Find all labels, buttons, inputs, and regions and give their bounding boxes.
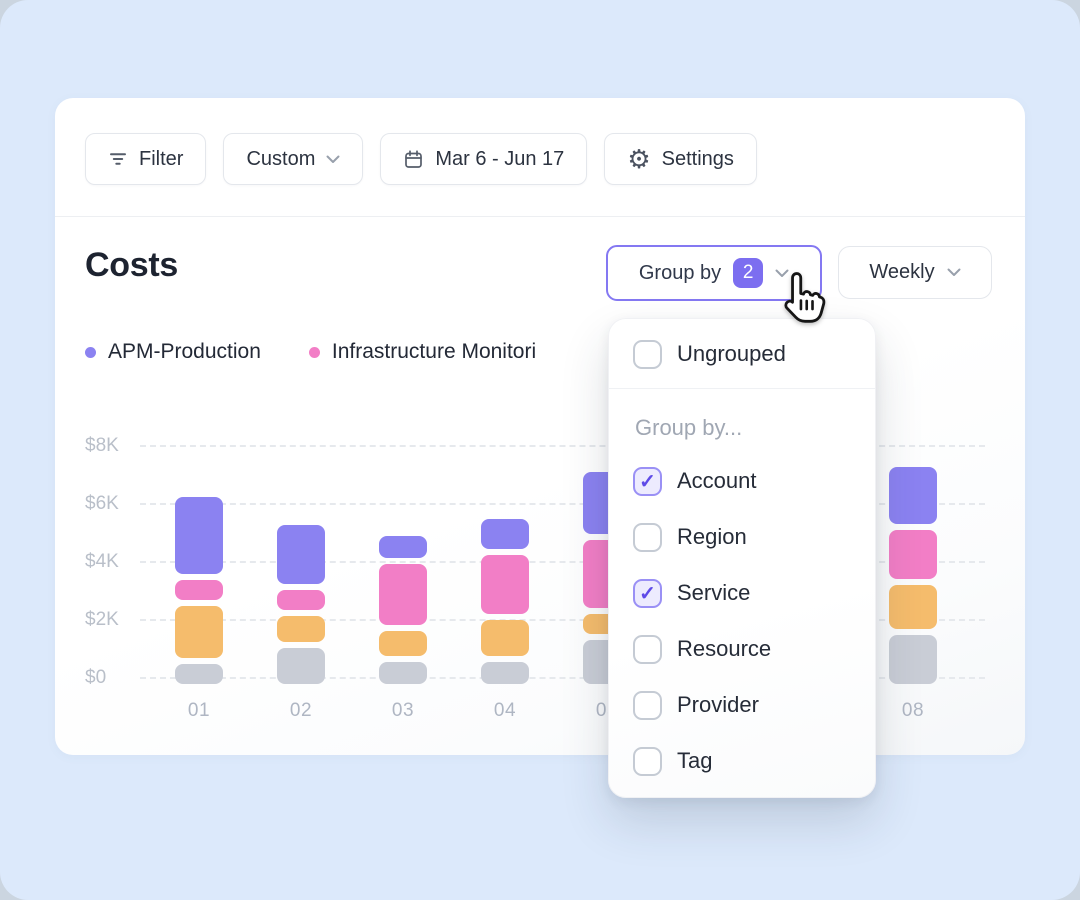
menu-item-label: Region: [677, 524, 747, 550]
filter-button[interactable]: Filter: [85, 133, 206, 185]
checkbox-unchecked[interactable]: [633, 691, 662, 720]
menu-item-label: Account: [677, 468, 757, 494]
ungrouped-checkbox[interactable]: [633, 340, 662, 369]
chevron-down-icon: [326, 155, 340, 164]
menu-item-region[interactable]: Region: [609, 509, 875, 565]
legend-dot: [85, 347, 96, 358]
stacked-bar-03[interactable]: [379, 536, 427, 684]
menu-divider: [609, 388, 875, 389]
bar-segment-gray[interactable]: [379, 662, 427, 684]
menu-item-resource[interactable]: Resource: [609, 621, 875, 677]
bar-segment-gray[interactable]: [889, 635, 937, 684]
stacked-bar-04[interactable]: [481, 519, 529, 684]
legend-item[interactable]: APM-Production: [85, 340, 261, 364]
group-by-count-badge: 2: [733, 258, 763, 288]
bar-segment-pink[interactable]: [175, 580, 223, 600]
bar-segment-orange[interactable]: [379, 631, 427, 656]
bar-segment-orange[interactable]: [481, 620, 529, 656]
toolbar-divider: [55, 216, 1025, 217]
bar-segment-gray[interactable]: [277, 648, 325, 684]
bar-segment-purple[interactable]: [481, 519, 529, 549]
filter-icon: [108, 149, 128, 169]
checkbox-unchecked[interactable]: [633, 635, 662, 664]
bar-segment-pink[interactable]: [889, 530, 937, 579]
bar-segment-gray[interactable]: [175, 664, 223, 684]
menu-item-tag[interactable]: Tag: [609, 733, 875, 789]
legend-item[interactable]: Infrastructure Monitori: [309, 340, 536, 364]
settings-button[interactable]: ⚙ Settings: [604, 133, 757, 185]
menu-item-account[interactable]: ✓ Account: [609, 453, 875, 509]
menu-item-label: Tag: [677, 748, 712, 774]
custom-dropdown[interactable]: Custom: [223, 133, 363, 185]
chart-legend: APM-Production Infrastructure Monitori: [85, 340, 536, 364]
bar-segment-orange[interactable]: [889, 585, 937, 629]
hand-pointer-cursor: [772, 270, 828, 326]
bar-segment-orange[interactable]: [175, 606, 223, 658]
bar-segment-pink[interactable]: [277, 590, 325, 610]
legend-label: Infrastructure Monitori: [332, 340, 536, 364]
bar-segment-pink[interactable]: [379, 564, 427, 625]
stacked-bar-01[interactable]: [175, 497, 223, 684]
app-background: Filter Custom Mar 6 - Jun 17 ⚙ Settings: [0, 0, 1080, 900]
menu-item-provider[interactable]: Provider: [609, 677, 875, 733]
interval-dropdown[interactable]: Weekly: [838, 246, 992, 299]
bar-segment-purple[interactable]: [889, 467, 937, 524]
checkbox-unchecked[interactable]: [633, 523, 662, 552]
menu-item-label: Service: [677, 580, 750, 606]
menu-options: ✓ Account Region ✓ Service Resource Provider Ta…: [609, 453, 875, 789]
gear-icon: ⚙: [627, 146, 650, 172]
filter-button-label: Filter: [139, 148, 183, 171]
bar-segment-orange[interactable]: [277, 616, 325, 642]
page-title: Costs: [85, 246, 178, 285]
stacked-bar-02[interactable]: [277, 525, 325, 684]
menu-item-label: Resource: [677, 636, 771, 662]
group-by-button-label: Group by: [639, 262, 721, 285]
menu-item-ungrouped[interactable]: Ungrouped: [633, 339, 875, 369]
calendar-icon: [403, 149, 424, 170]
date-range-label: Mar 6 - Jun 17: [435, 148, 564, 171]
legend-label: APM-Production: [108, 340, 261, 364]
stacked-bar-08[interactable]: [889, 467, 937, 684]
menu-section-label: Group by...: [635, 415, 875, 441]
legend-dot: [309, 347, 320, 358]
menu-item-label: Ungrouped: [677, 341, 786, 367]
custom-dropdown-label: Custom: [246, 148, 315, 171]
date-range-button[interactable]: Mar 6 - Jun 17: [380, 133, 587, 185]
checkbox-unchecked[interactable]: [633, 747, 662, 776]
bar-segment-pink[interactable]: [481, 555, 529, 614]
group-by-menu: Ungrouped Group by... ✓ Account Region ✓ Ser…: [608, 318, 876, 798]
toolbar: Filter Custom Mar 6 - Jun 17 ⚙ Settings: [85, 133, 757, 185]
bar-segment-purple[interactable]: [379, 536, 427, 558]
bar-segment-purple[interactable]: [175, 497, 223, 574]
bar-segment-purple[interactable]: [277, 525, 325, 584]
settings-button-label: Settings: [662, 148, 734, 171]
menu-item-service[interactable]: ✓ Service: [609, 565, 875, 621]
interval-dropdown-label: Weekly: [869, 261, 934, 284]
menu-item-label: Provider: [677, 692, 759, 718]
checkbox-checked[interactable]: ✓: [633, 579, 662, 608]
bar-segment-gray[interactable]: [481, 662, 529, 684]
chevron-down-icon: [947, 268, 961, 277]
checkbox-checked[interactable]: ✓: [633, 467, 662, 496]
